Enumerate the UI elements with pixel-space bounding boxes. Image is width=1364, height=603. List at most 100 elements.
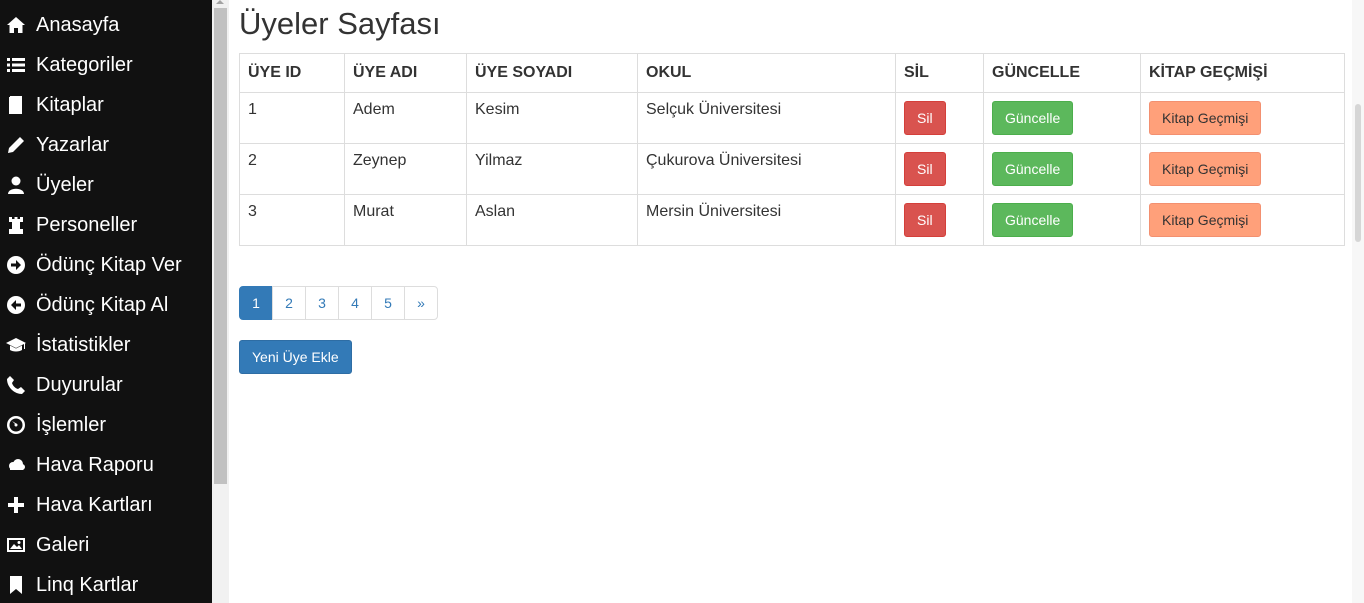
history-button[interactable]: Kitap Geçmişi: [1149, 203, 1262, 237]
sidebar-item-label: Linq Kartlar: [36, 573, 139, 596]
cell-update: Güncelle: [983, 143, 1141, 195]
sidebar-item-label: İşlemler: [36, 413, 107, 436]
cell-surname: Yilmaz: [466, 143, 638, 195]
page-link-5[interactable]: 5: [371, 286, 405, 320]
tower-icon: [4, 213, 28, 237]
members-table: ÜYE ID ÜYE ADI ÜYE SOYADI OKUL SİL GÜNCE…: [239, 53, 1345, 246]
pencil-icon: [4, 133, 28, 157]
pagination: 1 2 3 4 5 »: [239, 286, 438, 320]
sidebar-item-personeller[interactable]: Personeller: [0, 205, 212, 245]
page-link-4[interactable]: 4: [338, 286, 372, 320]
sidebar-item-hava-raporu[interactable]: Hava Raporu: [0, 445, 212, 485]
update-button[interactable]: Güncelle: [992, 203, 1074, 237]
scroll-up-arrow[interactable]: [216, 0, 224, 4]
cell-history: Kitap Geçmişi: [1140, 194, 1345, 246]
sidebar-item-label: Yazarlar: [36, 133, 109, 156]
cell-history: Kitap Geçmişi: [1140, 143, 1345, 195]
cell-delete: Sil: [895, 92, 984, 144]
list-icon: [4, 53, 28, 77]
cell-name: Adem: [344, 92, 467, 144]
cell-name: Murat: [344, 194, 467, 246]
sidebar-item-label: Duyurular: [36, 373, 123, 396]
add-member-button[interactable]: Yeni Üye Ekle: [239, 340, 352, 374]
sidebar-item-odunc-kitap-al[interactable]: Ödünç Kitap Al: [0, 285, 212, 325]
header-school: OKUL: [637, 53, 896, 93]
sidebar-item-istatistikler[interactable]: İstatistikler: [0, 325, 212, 365]
table-row: 3 Murat Aslan Mersin Üniversitesi Sil Gü…: [239, 194, 1345, 246]
cell-update: Güncelle: [983, 92, 1141, 144]
delete-button[interactable]: Sil: [904, 152, 946, 186]
sidebar-item-label: Kitaplar: [36, 93, 104, 116]
phone-icon: [4, 373, 28, 397]
sidebar-item-odunc-kitap-ver[interactable]: Ödünç Kitap Ver: [0, 245, 212, 285]
cell-name: Zeynep: [344, 143, 467, 195]
user-icon: [4, 173, 28, 197]
sidebar-item-anasayfa[interactable]: Anasayfa: [0, 5, 212, 45]
sidebar-scrollbar[interactable]: [212, 0, 229, 603]
cell-id: 2: [239, 143, 345, 195]
sidebar-item-label: İstatistikler: [36, 333, 131, 356]
sidebar-item-label: Galeri: [36, 533, 90, 556]
scrollbar-thumb[interactable]: [1355, 104, 1361, 242]
page-title: Üyeler Sayfası: [239, 6, 441, 41]
sidebar-item-label: Kategoriler: [36, 53, 133, 76]
header-delete: SİL: [895, 53, 984, 93]
page-link-1[interactable]: 1: [239, 286, 273, 320]
bookmark-icon: [4, 573, 28, 597]
cell-id: 3: [239, 194, 345, 246]
cell-delete: Sil: [895, 194, 984, 246]
cell-school: Mersin Üniversitesi: [637, 194, 896, 246]
cell-school: Çukurova Üniversitesi: [637, 143, 896, 195]
plus-icon: [4, 493, 28, 517]
sidebar-item-label: Hava Kartları: [36, 493, 153, 516]
table-header-row: ÜYE ID ÜYE ADI ÜYE SOYADI OKUL SİL GÜNCE…: [239, 53, 1345, 93]
page-next-button[interactable]: »: [404, 286, 438, 320]
update-button[interactable]: Güncelle: [992, 152, 1074, 186]
dashboard-icon: [4, 413, 28, 437]
sidebar-item-linq-kartlar[interactable]: Linq Kartlar: [0, 565, 212, 603]
sidebar-item-label: Ödünç Kitap Al: [36, 293, 169, 316]
sidebar-item-kitaplar[interactable]: Kitaplar: [0, 85, 212, 125]
delete-button[interactable]: Sil: [904, 101, 946, 135]
page-link-2[interactable]: 2: [272, 286, 306, 320]
sidebar: Anasayfa Kategoriler Kitaplar Yazarlar Ü…: [0, 0, 212, 603]
picture-icon: [4, 533, 28, 557]
graduation-cap-icon: [4, 333, 28, 357]
update-button[interactable]: Güncelle: [992, 101, 1074, 135]
sidebar-item-label: Hava Raporu: [36, 453, 154, 476]
page-scrollbar[interactable]: [1352, 0, 1364, 603]
cell-surname: Aslan: [466, 194, 638, 246]
cell-id: 1: [239, 92, 345, 144]
cell-surname: Kesim: [466, 92, 638, 144]
arrow-left-circle-icon: [4, 293, 28, 317]
header-id: ÜYE ID: [239, 53, 345, 93]
sidebar-item-label: Anasayfa: [36, 13, 120, 36]
page-link-3[interactable]: 3: [305, 286, 339, 320]
sidebar-item-duyurular[interactable]: Duyurular: [0, 365, 212, 405]
home-icon: [4, 13, 28, 37]
cell-school: Selçuk Üniversitesi: [637, 92, 896, 144]
sidebar-item-galeri[interactable]: Galeri: [0, 525, 212, 565]
arrow-right-circle-icon: [4, 253, 28, 277]
sidebar-item-uyeler[interactable]: Üyeler: [0, 165, 212, 205]
table-row: 1 Adem Kesim Selçuk Üniversitesi Sil Gün…: [239, 92, 1345, 144]
sidebar-item-label: Ödünç Kitap Ver: [36, 253, 182, 276]
sidebar-item-yazarlar[interactable]: Yazarlar: [0, 125, 212, 165]
cell-history: Kitap Geçmişi: [1140, 92, 1345, 144]
delete-button[interactable]: Sil: [904, 203, 946, 237]
header-update: GÜNCELLE: [983, 53, 1141, 93]
scrollbar-thumb[interactable]: [214, 8, 227, 484]
header-surname: ÜYE SOYADI: [466, 53, 638, 93]
sidebar-item-hava-kartlari[interactable]: Hava Kartları: [0, 485, 212, 525]
history-button[interactable]: Kitap Geçmişi: [1149, 152, 1262, 186]
sidebar-item-label: Üyeler: [36, 173, 94, 196]
history-button[interactable]: Kitap Geçmişi: [1149, 101, 1262, 135]
cloud-icon: [4, 453, 28, 477]
sidebar-item-islemler[interactable]: İşlemler: [0, 405, 212, 445]
cell-delete: Sil: [895, 143, 984, 195]
sidebar-item-label: Personeller: [36, 213, 138, 236]
sidebar-item-kategoriler[interactable]: Kategoriler: [0, 45, 212, 85]
table-row: 2 Zeynep Yilmaz Çukurova Üniversitesi Si…: [239, 143, 1345, 195]
header-history: KİTAP GEÇMİŞİ: [1140, 53, 1345, 93]
book-icon: [4, 93, 28, 117]
